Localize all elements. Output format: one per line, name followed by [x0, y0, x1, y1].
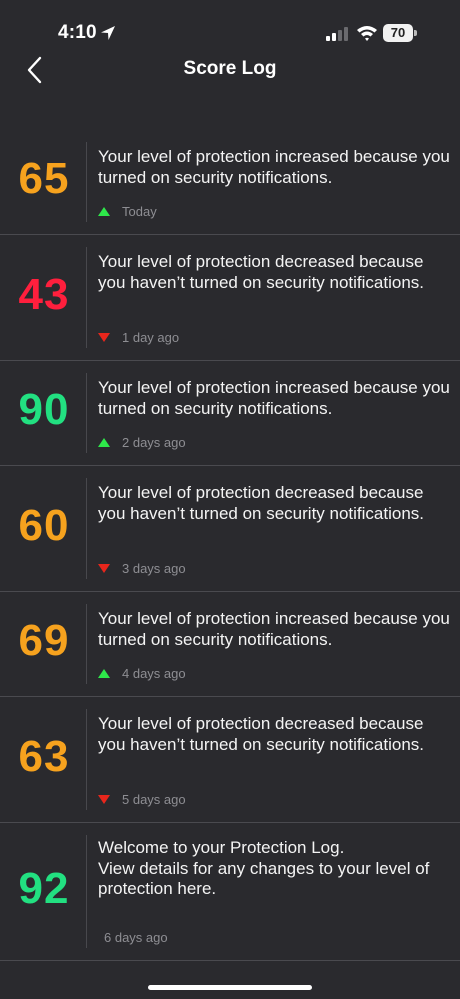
page-title: Score Log [183, 58, 277, 79]
score-log-entry[interactable]: 63 Your level of protection decreased bec… [0, 697, 460, 823]
score-log-entry[interactable]: 65 Your level of protection increased bec… [0, 130, 460, 235]
score-log-entry[interactable]: 92 Welcome to your Protection Log. View d… [0, 823, 460, 961]
entry-timestamp: 2 days ago [122, 435, 186, 450]
entry-timestamp: Today [122, 204, 157, 219]
entry-message: Welcome to your Protection Log. View det… [98, 838, 430, 898]
entry-meta: Today [98, 204, 157, 219]
trend-up-icon [98, 669, 110, 678]
cellular-signal-icon [326, 27, 348, 41]
battery-icon: 70 [383, 24, 417, 42]
entry-message: Your level of protection decreased becau… [98, 252, 425, 292]
entry-meta: 2 days ago [98, 435, 186, 450]
divider [86, 709, 87, 810]
entry-meta: 4 days ago [98, 666, 186, 681]
trend-down-icon [98, 564, 110, 573]
home-indicator [148, 985, 312, 990]
status-time: 4:10 [58, 22, 97, 43]
entry-message: Your level of protection decreased becau… [98, 714, 425, 754]
battery-level: 70 [383, 24, 413, 42]
entry-timestamp: 3 days ago [122, 561, 186, 576]
trend-down-icon [98, 333, 110, 342]
score-log-entry[interactable]: 43 Your level of protection decreased bec… [0, 235, 460, 361]
location-arrow-icon [101, 26, 115, 40]
entry-message: Your level of protection increased becau… [98, 609, 450, 649]
score-value: 69 [18, 616, 70, 665]
score-value: 63 [18, 731, 70, 781]
score-value: 60 [18, 500, 70, 550]
divider [86, 142, 87, 222]
score-value: 43 [18, 269, 70, 319]
divider [86, 247, 87, 348]
trend-up-icon [98, 438, 110, 447]
entry-timestamp: 5 days ago [122, 792, 186, 807]
entry-message: Your level of protection increased becau… [98, 378, 450, 418]
entry-meta: 1 day ago [98, 330, 179, 345]
score-log-entry[interactable]: 90 Your level of protection increased bec… [0, 361, 460, 466]
divider [86, 373, 87, 453]
entry-meta: 5 days ago [98, 792, 186, 807]
score-log-entry[interactable]: 60 Your level of protection decreased bec… [0, 466, 460, 592]
entry-message: Your level of protection increased becau… [98, 147, 450, 187]
score-value: 90 [18, 385, 70, 434]
entry-meta: 6 days ago [104, 930, 168, 945]
nav-bar: Score Log [0, 48, 460, 92]
entry-timestamp: 6 days ago [104, 930, 168, 945]
entry-timestamp: 4 days ago [122, 666, 186, 681]
entry-message: Your level of protection decreased becau… [98, 483, 425, 523]
score-value: 65 [18, 154, 70, 203]
divider [86, 604, 87, 684]
score-log-list: 65 Your level of protection increased bec… [0, 130, 460, 961]
score-log-entry[interactable]: 69 Your level of protection increased bec… [0, 592, 460, 697]
entry-meta: 3 days ago [98, 561, 186, 576]
trend-down-icon [98, 795, 110, 804]
entry-timestamp: 1 day ago [122, 330, 180, 345]
divider [86, 478, 87, 579]
score-value: 92 [18, 863, 70, 913]
trend-up-icon [98, 207, 110, 216]
wifi-icon [357, 26, 377, 41]
divider [86, 835, 87, 948]
